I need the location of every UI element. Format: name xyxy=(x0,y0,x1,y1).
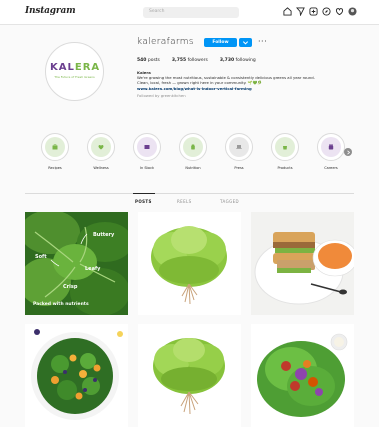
highlights-next-button[interactable] xyxy=(344,148,352,156)
tab-reels[interactable]: REELS xyxy=(177,199,192,204)
activity-icon[interactable] xyxy=(335,7,344,16)
highlight-in-stock[interactable]: In Stock xyxy=(130,133,164,170)
highlight-recipes[interactable]: Recipes xyxy=(38,133,72,170)
post-salad-bowl[interactable] xyxy=(25,324,128,427)
laptop-icon xyxy=(236,145,242,149)
post-image xyxy=(138,324,241,427)
tile-label-buttery: Buttery xyxy=(93,232,115,238)
active-tab-indicator xyxy=(133,193,155,194)
tile-label-soft: Soft xyxy=(35,254,47,260)
highlight-label: Products xyxy=(277,166,293,170)
bio-link[interactable]: www.kalera.com/blog/what-is-indoor-verti… xyxy=(137,86,362,91)
post-lettuce-wraps[interactable] xyxy=(251,324,354,427)
tabs-divider xyxy=(25,193,354,194)
search-input[interactable]: Search xyxy=(143,7,239,18)
brand-logo-text-left: KAL xyxy=(50,62,75,73)
jar-icon xyxy=(328,144,334,150)
new-post-icon[interactable] xyxy=(309,7,318,16)
following-count[interactable]: 3,730 following xyxy=(220,58,256,63)
highlight-label: Recipes xyxy=(48,166,62,170)
messenger-icon[interactable] xyxy=(295,7,305,17)
tab-posts[interactable]: POSTS xyxy=(135,199,152,204)
suggested-accounts-button[interactable] xyxy=(239,38,252,47)
post-lettuce-head[interactable] xyxy=(138,212,241,315)
highlight-nutrition[interactable]: Nutrition xyxy=(176,133,210,170)
post-butterhead-labeled[interactable]: Buttery Soft Leafy Crisp Packed with nut… xyxy=(25,212,128,315)
shopping-bag-icon xyxy=(52,144,58,150)
posts-count: 540 posts xyxy=(137,58,160,63)
profile-avatar[interactable] xyxy=(348,7,357,16)
bag-icon xyxy=(283,146,287,150)
highlight-products[interactable]: Products xyxy=(268,133,302,170)
nav-icons xyxy=(283,7,357,17)
tab-tagged[interactable]: TAGGED xyxy=(220,199,239,204)
follow-button[interactable]: Follow xyxy=(204,38,237,47)
followed-by-text[interactable]: Followed by greenkitchen xyxy=(137,93,362,98)
post-image: Buttery Soft Leafy Crisp Packed with nut… xyxy=(25,212,128,315)
post-image xyxy=(251,212,354,315)
post-image xyxy=(25,324,128,427)
chevron-down-icon xyxy=(242,41,249,45)
post-sandwich-soup[interactable] xyxy=(251,212,354,315)
highlight-label: Wellness xyxy=(93,166,109,170)
instagram-logo[interactable]: Instagram xyxy=(25,6,76,16)
post-lettuce-head-2[interactable] xyxy=(138,324,241,427)
tile-label-nutrients: Packed with nutrients xyxy=(33,301,89,307)
highlight-label: In Stock xyxy=(139,166,155,170)
highlight-careers[interactable]: Careers xyxy=(314,133,348,170)
profile-stats: 540 posts 3,755 followers 3,730 followin… xyxy=(137,58,256,63)
brand-logo: KALERA The Future of Fresh Greens xyxy=(50,47,99,96)
home-icon[interactable] xyxy=(283,7,292,16)
box-icon xyxy=(144,145,150,149)
tile-label-leafy: Leafy xyxy=(85,266,101,272)
more-options-button[interactable]: ··· xyxy=(258,37,267,46)
bottle-icon xyxy=(191,144,195,150)
highlight-label: Careers xyxy=(324,166,338,170)
profile-username: kalerafarms xyxy=(137,37,194,47)
highlight-press[interactable]: Press xyxy=(222,133,256,170)
story-highlights: Recipes Wellness In Stock Nutrition Pres… xyxy=(38,133,363,178)
profile-bio: Kalera We're growing the most nutritious… xyxy=(137,70,362,98)
highlight-label: Nutrition xyxy=(185,166,201,170)
tile-label-crisp: Crisp xyxy=(63,284,78,290)
post-image xyxy=(138,212,241,315)
profile-avatar-large[interactable]: KALERA The Future of Fresh Greens xyxy=(45,42,104,101)
post-image xyxy=(251,324,354,427)
highlight-label: Press xyxy=(234,166,244,170)
followers-count[interactable]: 3,755 followers xyxy=(172,58,208,63)
chevron-right-icon xyxy=(347,149,351,155)
brand-logo-text-right: ERA xyxy=(74,62,101,73)
explore-icon[interactable] xyxy=(322,7,331,16)
brand-tagline: The Future of Fresh Greens xyxy=(54,75,95,79)
highlight-wellness[interactable]: Wellness xyxy=(84,133,118,170)
heart-icon xyxy=(98,144,104,150)
search-placeholder: Search xyxy=(149,9,165,14)
top-navigation-bar: Instagram Search xyxy=(0,0,379,25)
